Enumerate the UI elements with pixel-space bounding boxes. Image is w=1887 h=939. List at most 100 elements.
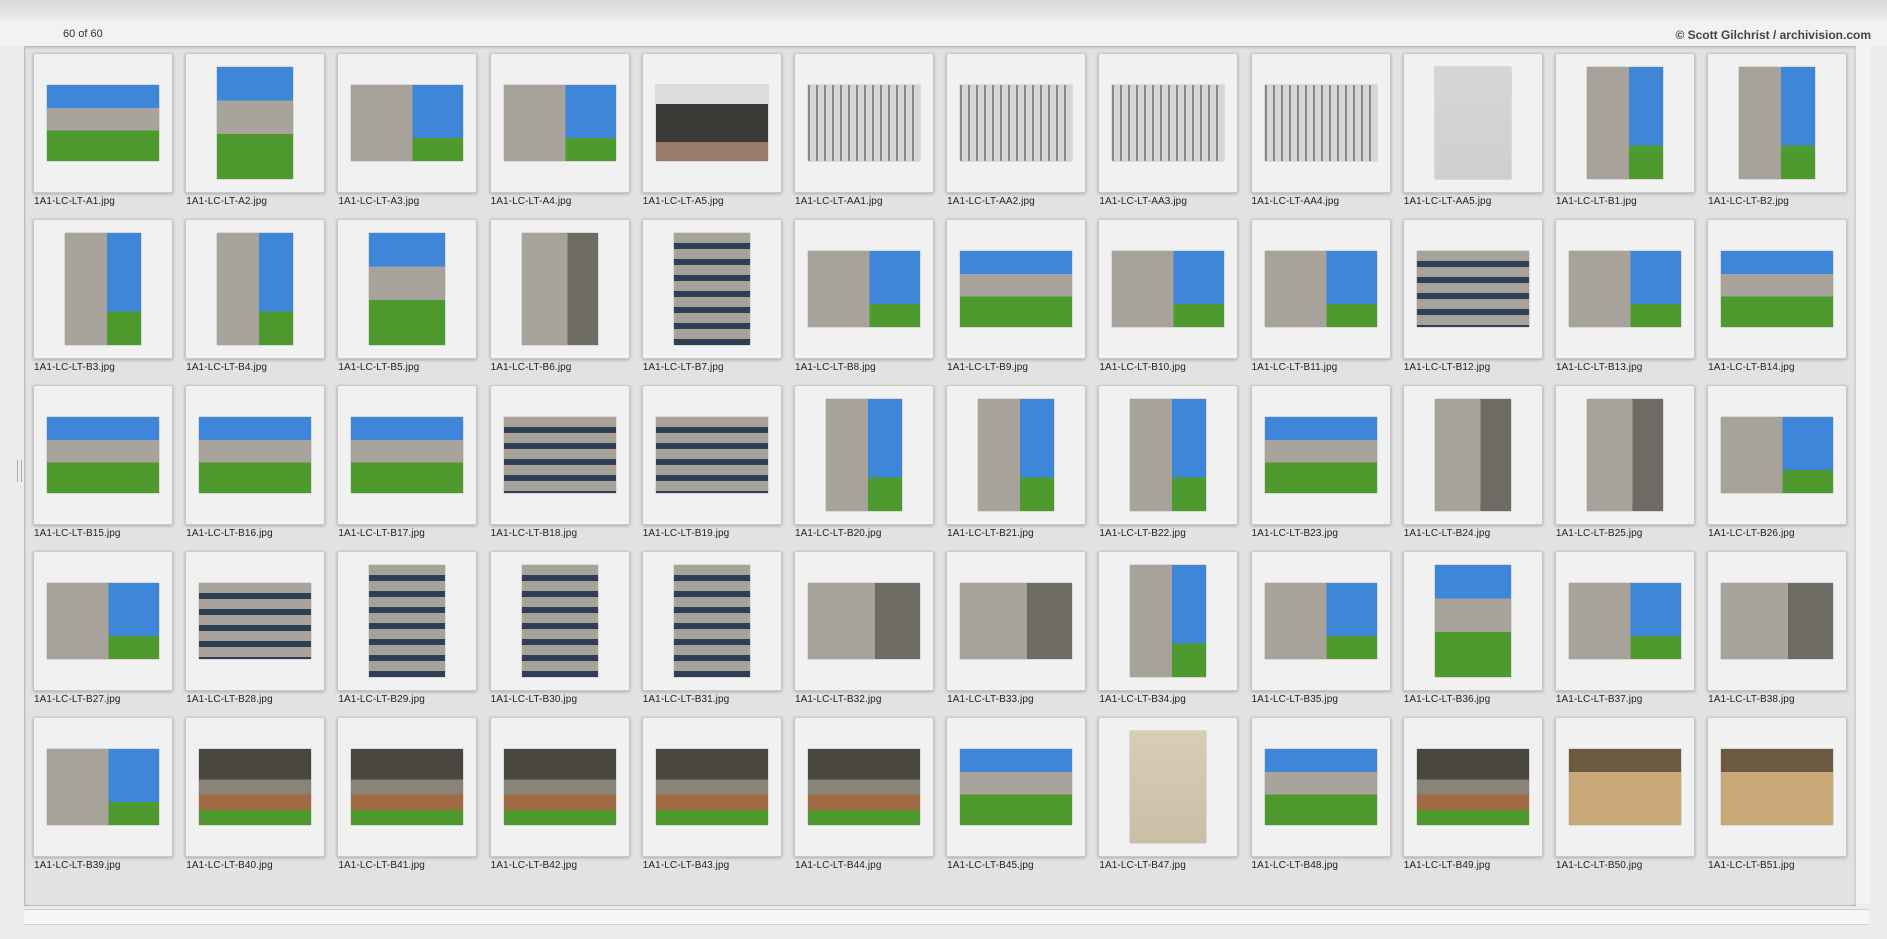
thumbnail-image[interactable] [1568, 251, 1681, 327]
slide-mount[interactable] [185, 219, 326, 359]
slide-mount[interactable] [1707, 53, 1848, 193]
thumbnail-item[interactable]: 1A1-LC-LT-B28.jpg [185, 551, 326, 705]
slide-mount[interactable] [641, 219, 782, 359]
slide-mount[interactable] [641, 551, 782, 691]
thumbnail-item[interactable]: 1A1-LC-LT-B6.jpg [489, 219, 630, 373]
thumbnail-item[interactable]: 1A1-LC-LT-B8.jpg [793, 219, 934, 373]
thumbnail-image[interactable] [369, 233, 446, 345]
slide-mount[interactable] [33, 551, 173, 691]
slide-mount[interactable] [337, 219, 478, 359]
thumbnail-image[interactable] [1130, 565, 1207, 677]
thumbnail-image[interactable] [47, 417, 159, 493]
thumbnail-image[interactable] [960, 583, 1073, 659]
slide-mount[interactable] [1098, 53, 1239, 193]
thumbnail-item[interactable]: 1A1-LC-LT-AA5.jpg [1402, 53, 1543, 207]
thumbnail-item[interactable]: 1A1-LC-LT-B38.jpg [1707, 551, 1848, 705]
slide-mount[interactable] [1554, 385, 1695, 525]
thumbnail-image[interactable] [351, 85, 464, 161]
thumbnail-image[interactable] [1721, 417, 1834, 493]
slide-mount[interactable] [33, 385, 173, 525]
thumbnail-item[interactable]: 1A1-LC-LT-B18.jpg [489, 385, 630, 539]
thumbnail-item[interactable]: 1A1-LC-LT-B34.jpg [1098, 551, 1239, 705]
thumbnail-item[interactable]: 1A1-LC-LT-B42.jpg [489, 717, 630, 871]
slide-mount[interactable] [185, 53, 326, 193]
thumbnail-item[interactable]: 1A1-LC-LT-A3.jpg [337, 53, 478, 207]
thumbnail-item[interactable]: 1A1-LC-LT-B36.jpg [1402, 551, 1543, 705]
thumbnail-item[interactable]: 1A1-LC-LT-B20.jpg [793, 385, 934, 539]
thumbnail-item[interactable]: 1A1-LC-LT-B50.jpg [1554, 717, 1695, 871]
thumbnail-image[interactable] [369, 565, 446, 677]
thumbnail-image[interactable] [1130, 731, 1207, 843]
thumbnail-image[interactable] [807, 583, 920, 659]
thumbnail-image[interactable] [521, 565, 598, 677]
slide-mount[interactable] [33, 53, 173, 193]
thumbnail-item[interactable]: 1A1-LC-LT-B31.jpg [641, 551, 782, 705]
thumbnail-image[interactable] [1434, 399, 1511, 511]
slide-mount[interactable] [1707, 717, 1848, 857]
slide-mount[interactable] [1402, 717, 1543, 857]
slide-mount[interactable] [33, 219, 173, 359]
thumbnail-item[interactable]: 1A1-LC-LT-B30.jpg [489, 551, 630, 705]
slide-mount[interactable] [793, 385, 934, 525]
slide-mount[interactable] [185, 551, 326, 691]
thumbnail-image[interactable] [1416, 251, 1529, 327]
thumbnail-image[interactable] [1721, 251, 1834, 327]
thumbnail-item[interactable]: 1A1-LC-LT-B10.jpg [1098, 219, 1239, 373]
thumbnail-item[interactable]: 1A1-LC-LT-AA4.jpg [1250, 53, 1391, 207]
thumbnail-item[interactable]: 1A1-LC-LT-B43.jpg [641, 717, 782, 871]
thumbnail-item[interactable]: 1A1-LC-LT-B25.jpg [1554, 385, 1695, 539]
slide-mount[interactable] [337, 53, 478, 193]
thumbnail-item[interactable]: 1A1-LC-LT-A2.jpg [185, 53, 326, 207]
thumbnail-image[interactable] [351, 749, 464, 825]
slide-mount[interactable] [793, 53, 934, 193]
slide-mount[interactable] [337, 717, 478, 857]
slide-mount[interactable] [1098, 385, 1239, 525]
thumbnail-item[interactable]: 1A1-LC-LT-B2.jpg [1707, 53, 1848, 207]
thumbnail-image[interactable] [673, 565, 750, 677]
slide-mount[interactable] [641, 717, 782, 857]
thumbnail-item[interactable]: 1A1-LC-LT-B19.jpg [641, 385, 782, 539]
slide-mount[interactable] [1402, 385, 1543, 525]
thumbnail-item[interactable]: 1A1-LC-LT-B33.jpg [946, 551, 1087, 705]
thumbnail-image[interactable] [1264, 251, 1377, 327]
resize-handle[interactable] [17, 460, 22, 482]
thumbnail-item[interactable]: 1A1-LC-LT-B11.jpg [1250, 219, 1391, 373]
thumbnail-item[interactable]: 1A1-LC-LT-B27.jpg [33, 551, 173, 705]
slide-mount[interactable] [1250, 53, 1391, 193]
thumbnail-image[interactable] [1264, 749, 1377, 825]
slide-mount[interactable] [1250, 385, 1391, 525]
thumbnail-image[interactable] [960, 749, 1073, 825]
slide-mount[interactable] [1098, 717, 1239, 857]
thumbnail-item[interactable]: 1A1-LC-LT-B5.jpg [337, 219, 478, 373]
slide-mount[interactable] [185, 717, 326, 857]
slide-mount[interactable] [793, 219, 934, 359]
thumbnail-item[interactable]: 1A1-LC-LT-B13.jpg [1554, 219, 1695, 373]
slide-mount[interactable] [1250, 717, 1391, 857]
thumbnail-item[interactable]: 1A1-LC-LT-B3.jpg [33, 219, 173, 373]
slide-mount[interactable] [489, 551, 630, 691]
slide-mount[interactable] [489, 385, 630, 525]
thumbnail-image[interactable] [217, 67, 294, 179]
thumbnail-item[interactable]: 1A1-LC-LT-B22.jpg [1098, 385, 1239, 539]
thumbnail-item[interactable]: 1A1-LC-LT-B44.jpg [793, 717, 934, 871]
thumbnail-image[interactable] [1721, 749, 1834, 825]
thumbnail-image[interactable] [1112, 251, 1225, 327]
thumbnail-item[interactable]: 1A1-LC-LT-B15.jpg [33, 385, 173, 539]
thumbnail-item[interactable]: 1A1-LC-LT-AA1.jpg [793, 53, 934, 207]
thumbnail-item[interactable]: 1A1-LC-LT-B40.jpg [185, 717, 326, 871]
thumbnail-image[interactable] [825, 399, 902, 511]
thumbnail-image[interactable] [1112, 85, 1225, 161]
thumbnail-image[interactable] [807, 251, 920, 327]
thumbnail-image[interactable] [1721, 583, 1834, 659]
slide-mount[interactable] [1554, 219, 1695, 359]
thumbnail-item[interactable]: 1A1-LC-LT-B12.jpg [1402, 219, 1543, 373]
thumbnail-item[interactable]: 1A1-LC-LT-B45.jpg [946, 717, 1087, 871]
thumbnail-item[interactable]: 1A1-LC-LT-B17.jpg [337, 385, 478, 539]
thumbnail-item[interactable]: 1A1-LC-LT-B1.jpg [1554, 53, 1695, 207]
thumbnail-image[interactable] [960, 85, 1073, 161]
thumbnail-item[interactable]: 1A1-LC-LT-A5.jpg [641, 53, 782, 207]
thumbnail-image[interactable] [1264, 583, 1377, 659]
slide-mount[interactable] [1402, 551, 1543, 691]
thumbnail-image[interactable] [47, 749, 159, 825]
thumbnail-image[interactable] [1264, 85, 1377, 161]
